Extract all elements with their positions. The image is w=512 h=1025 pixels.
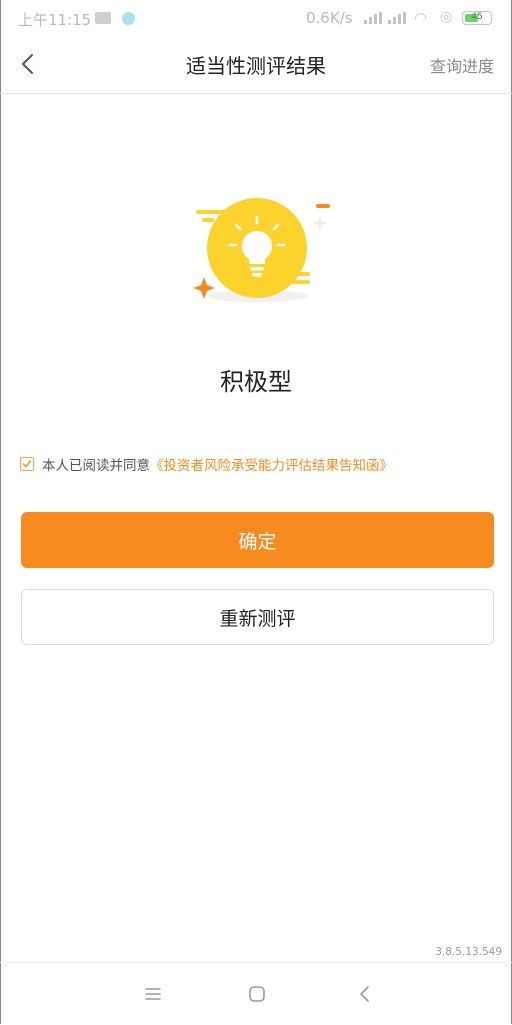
status-bar: 上午11:15 0.6K/s ◠ ◎ 45 [0,0,512,36]
signal-icon [388,12,406,24]
network-speed: 0.6K/s [306,9,353,27]
query-progress-link[interactable]: 查询进度 [430,53,494,77]
agreement-text: 本人已阅读并同意 [42,458,150,474]
home-button[interactable] [244,981,270,1007]
message-notification-icon [95,12,111,24]
menu-icon [145,988,161,1000]
check-icon [22,460,32,468]
wifi-icon: ◠ [414,9,428,27]
nav-bar: 适当性测评结果 查询进度 [0,36,512,94]
retest-button[interactable]: 重新测评 [21,589,494,645]
menu-button[interactable] [140,981,166,1007]
battery-icon: 45 [462,11,492,25]
status-time: 上午11:15 [18,11,92,29]
agreement-row: 本人已阅读并同意 《投资者风险承受能力评估结果告知函》 [20,454,393,474]
lightbulb-icon [193,198,330,302]
back-icon [360,986,369,1002]
battery-level: 45 [471,12,483,22]
home-square-icon [249,986,265,1002]
risk-type-label: 积极型 [220,368,292,396]
system-back-button[interactable] [352,981,378,1007]
lightbulb-illustration [190,195,330,310]
alarm-icon: ◎ [440,9,453,25]
confirm-button[interactable]: 确定 [21,512,494,568]
signal-icon [364,12,382,24]
version-label: 3.8.5.13.549 [435,946,502,958]
system-nav-bar [0,962,512,1025]
app-notification-icon [122,12,135,25]
frame-edge-left [0,0,1,1024]
agreement-link[interactable]: 《投资者风险承受能力评估结果告知函》 [150,454,393,474]
agreement-checkbox[interactable] [20,457,34,471]
